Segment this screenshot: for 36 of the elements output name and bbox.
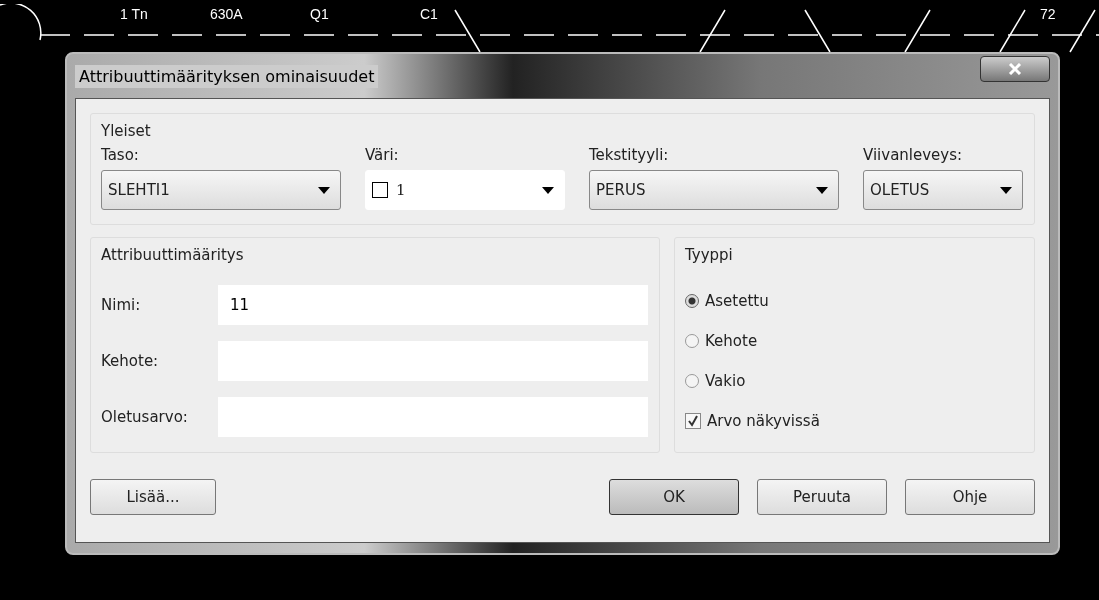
caret-icon	[816, 186, 828, 194]
drawing-label: 72	[1040, 6, 1056, 22]
drawing-label: 1 Tn	[120, 6, 148, 22]
field-label: Nimi:	[101, 296, 142, 314]
drawing-label: Q1	[310, 6, 329, 22]
group-title: Yleiset	[101, 122, 152, 140]
field-label: Oletusarvo:	[101, 408, 189, 426]
field-label: Viivanleveys:	[863, 146, 964, 164]
dropdown[interactable]: PERUS	[589, 170, 839, 210]
drawing-label: C1	[420, 6, 438, 22]
dropdown[interactable]: 1	[365, 170, 565, 210]
close-icon	[1008, 63, 1022, 75]
caret-icon	[542, 186, 554, 194]
more-button[interactable]: Lisää...	[90, 479, 216, 515]
dropdown[interactable]: SLEHTI1	[101, 170, 341, 210]
field-label: Kehote:	[101, 352, 160, 370]
drawing-label: 630A	[210, 6, 243, 22]
field-label: Tekstityyli:	[589, 146, 670, 164]
input-field[interactable]: 11	[217, 284, 649, 326]
group-title: Attribuuttimääritys	[101, 246, 245, 264]
field-label: Taso:	[101, 146, 140, 164]
caret-icon	[318, 186, 330, 194]
dialog-button[interactable]: Peruuta	[757, 479, 887, 515]
dialog-button[interactable]: OK	[609, 479, 739, 515]
caret-icon	[1000, 186, 1012, 194]
field-label: Väri:	[365, 146, 400, 164]
checkbox-option[interactable]: Arvo näkyvissä	[685, 412, 1024, 430]
window-title: Attribuuttimäärityksen ominaisuudet	[75, 64, 379, 88]
group-title: Tyyppi	[685, 246, 734, 264]
radio-option[interactable]: Kehote	[685, 332, 1024, 350]
color-swatch-icon	[372, 182, 388, 198]
dropdown[interactable]: OLETUS	[863, 170, 1023, 210]
close-button[interactable]	[980, 56, 1050, 82]
dialog-button[interactable]: Ohje	[905, 479, 1035, 515]
radio-option[interactable]: Asetettu	[685, 292, 1024, 310]
radio-option[interactable]: Vakio	[685, 372, 1024, 390]
